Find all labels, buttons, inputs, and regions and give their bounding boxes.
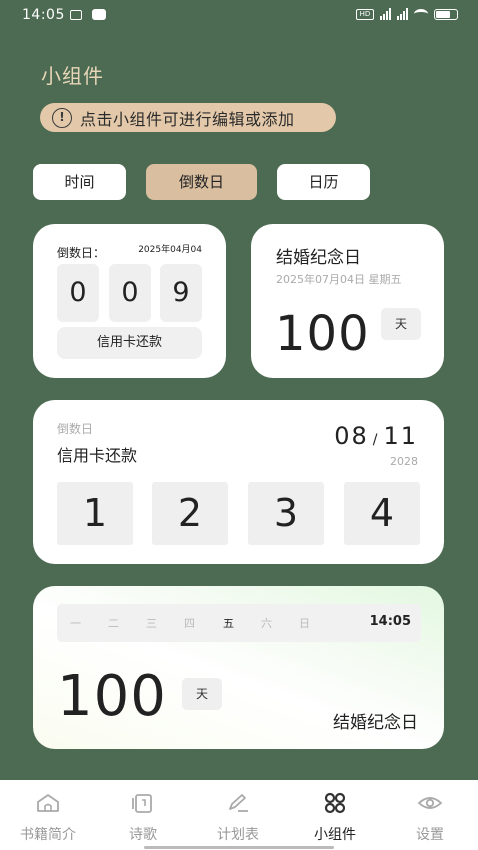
anniversary-days: 100 <box>57 664 167 729</box>
pen-icon <box>229 794 248 812</box>
weekday-label-current: 五 <box>223 617 234 630</box>
date-separator: / <box>372 432 380 448</box>
countdown-event-name: 信用卡还款 <box>57 327 202 359</box>
nav-label: 书籍简介 <box>20 827 76 843</box>
nav-label: 诗歌 <box>129 827 157 843</box>
day: 11 <box>383 422 418 450</box>
eye-icon <box>417 797 443 809</box>
countdown-digit: 0 <box>109 264 151 322</box>
tab-countdown[interactable]: 倒数日 <box>146 164 257 200</box>
weekday-label: 四 <box>184 617 195 630</box>
page-title: 小组件 <box>41 64 104 88</box>
anniversary-date: 2025年07月04日 星期五 <box>276 273 402 286</box>
status-icons: HD <box>356 8 458 20</box>
notification-icon <box>70 10 82 20</box>
countdown-month-day: 08/11 <box>334 422 418 450</box>
countdown-digit: 1 <box>57 482 133 545</box>
weekday-label: 三 <box>146 617 157 630</box>
weekday-label: 二 <box>108 617 119 630</box>
anniversary-widget-wide[interactable]: 一 二 三 四 五 六 日 14:05 100 天 结婚纪念日 <box>33 586 444 749</box>
countdown-date: 2025年04月04 <box>138 245 202 255</box>
nav-label: 计划表 <box>217 827 259 843</box>
bottom-nav: 书籍简介 诗歌 计划表 小组件 设置 <box>0 780 478 850</box>
days-unit: 天 <box>381 308 421 340</box>
hint-text: 点击小组件可进行编辑或添加 <box>80 109 295 129</box>
hd-icon: HD <box>356 8 374 20</box>
anniversary-title: 结婚纪念日 <box>333 713 418 733</box>
weekday-label: 一 <box>70 617 81 630</box>
anniversary-widget-small[interactable]: 结婚纪念日 2025年07月04日 星期五 100 天 <box>251 224 444 378</box>
signal-icon <box>397 8 408 20</box>
anniversary-title: 结婚纪念日 <box>276 248 361 268</box>
nav-item-settings[interactable]: 设置 <box>382 780 478 850</box>
weekday-bar: 一 二 三 四 五 六 日 14:05 <box>57 604 421 642</box>
nav-label: 小组件 <box>314 827 356 843</box>
wifi-icon <box>414 9 428 19</box>
days-unit: 天 <box>182 678 222 710</box>
countdown-digit: 9 <box>160 264 202 322</box>
widget-time: 14:05 <box>369 614 411 629</box>
countdown-year: 2028 <box>390 455 418 468</box>
widgets-icon <box>324 792 346 814</box>
nav-label: 设置 <box>416 827 444 843</box>
countdown-digit: 0 <box>57 264 99 322</box>
info-icon: ! <box>52 107 72 128</box>
nav-item-widgets[interactable]: 小组件 <box>287 780 383 850</box>
tab-calendar[interactable]: 日历 <box>277 164 370 200</box>
countdown-widget-small[interactable]: 倒数日： 2025年04月04 0 0 9 信用卡还款 <box>33 224 226 378</box>
nav-item-book-intro[interactable]: 书籍简介 <box>0 780 96 850</box>
battery-icon <box>434 8 458 20</box>
weekday-label: 日 <box>299 617 310 630</box>
app-notification-icon <box>92 9 106 20</box>
signal-icon <box>380 8 391 20</box>
hint-banner: ! 点击小组件可进行编辑或添加 <box>40 103 336 132</box>
countdown-digit: 3 <box>248 482 324 545</box>
countdown-digit: 4 <box>344 482 420 545</box>
countdown-event-name: 信用卡还款 <box>57 446 138 465</box>
countdown-label: 倒数日 <box>57 422 94 436</box>
book-icon <box>132 794 152 813</box>
nav-item-poetry[interactable]: 诗歌 <box>95 780 191 850</box>
home-icon <box>37 794 59 812</box>
status-bar: 14:05 HD <box>0 0 478 30</box>
nav-item-planner[interactable]: 计划表 <box>190 780 286 850</box>
weekday-label: 六 <box>261 617 272 630</box>
tab-time[interactable]: 时间 <box>33 164 126 200</box>
countdown-digit: 2 <box>152 482 228 545</box>
countdown-widget-wide[interactable]: 倒数日 信用卡还款 08/11 2028 1 2 3 4 <box>33 400 444 564</box>
status-time: 14:05 <box>22 7 65 23</box>
anniversary-days: 100 <box>275 306 370 362</box>
countdown-label: 倒数日： <box>57 246 106 260</box>
month: 08 <box>334 422 369 450</box>
home-indicator <box>144 846 334 849</box>
